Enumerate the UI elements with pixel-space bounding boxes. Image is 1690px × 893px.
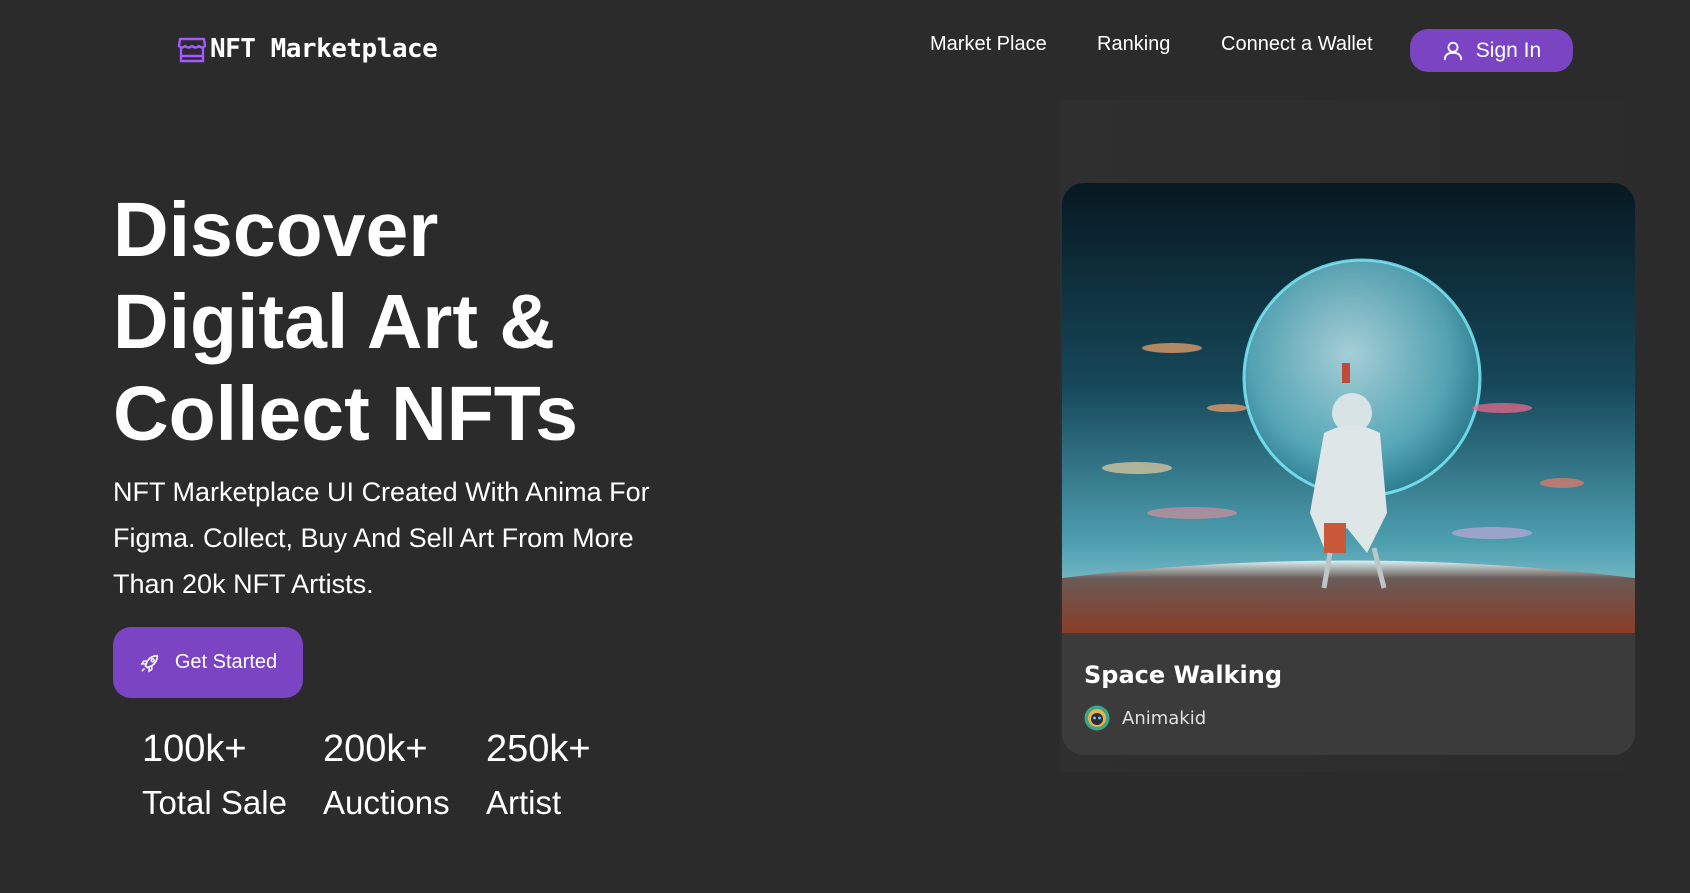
nav-ranking[interactable]: Ranking [1097,33,1170,56]
brand-logo[interactable]: NFT Marketplace [176,33,438,65]
stat-total-sale: 100k+ Total Sale [142,727,287,825]
nav-market-place[interactable]: Market Place [930,33,1047,56]
stat-auctions: 200k+ Auctions [323,727,450,825]
stat-artist: 250k+ Artist [486,727,591,825]
stat-label: Auctions [323,784,450,821]
hero-title-line: Discover [113,187,439,273]
hero-title-line: Digital Art & [113,279,556,365]
card-info: Space Walking Animakid [1062,633,1635,755]
get-started-label: Get Started [174,651,278,673]
featured-nft-card[interactable]: Space Walking Animakid [1062,183,1635,755]
sign-in-button[interactable]: Sign In [1410,29,1573,72]
site-header: NFT Marketplace Market Place Ranking Con… [0,0,1690,100]
hero-title-line: Collect NFTs [113,371,578,457]
rocket-icon [140,654,159,673]
stat-value: 100k+ [142,728,247,770]
sign-in-label: Sign In [1475,38,1542,62]
storefront-icon [177,37,207,63]
astronaut-planet-artwork [1062,183,1635,633]
brand-name: NFT Marketplace [210,34,438,64]
hero-title: Discover Digital Art & Collect NFTs [113,184,578,460]
artist-name: Animakid [1122,707,1207,729]
hero-subtitle: NFT Marketplace UI Created With Anima Fo… [113,477,650,599]
nav-connect-wallet[interactable]: Connect a Wallet [1221,33,1373,56]
stat-label: Artist [486,784,562,821]
artist-avatar-icon [1084,705,1110,731]
stat-value: 250k+ [486,728,591,770]
stat-value: 200k+ [323,728,428,770]
nft-title[interactable]: Space Walking [1084,661,1282,689]
artist-info[interactable]: Animakid [1084,705,1206,731]
stat-label: Total Sale [142,784,287,821]
get-started-button[interactable]: Get Started [113,627,303,698]
user-icon [1443,41,1462,60]
